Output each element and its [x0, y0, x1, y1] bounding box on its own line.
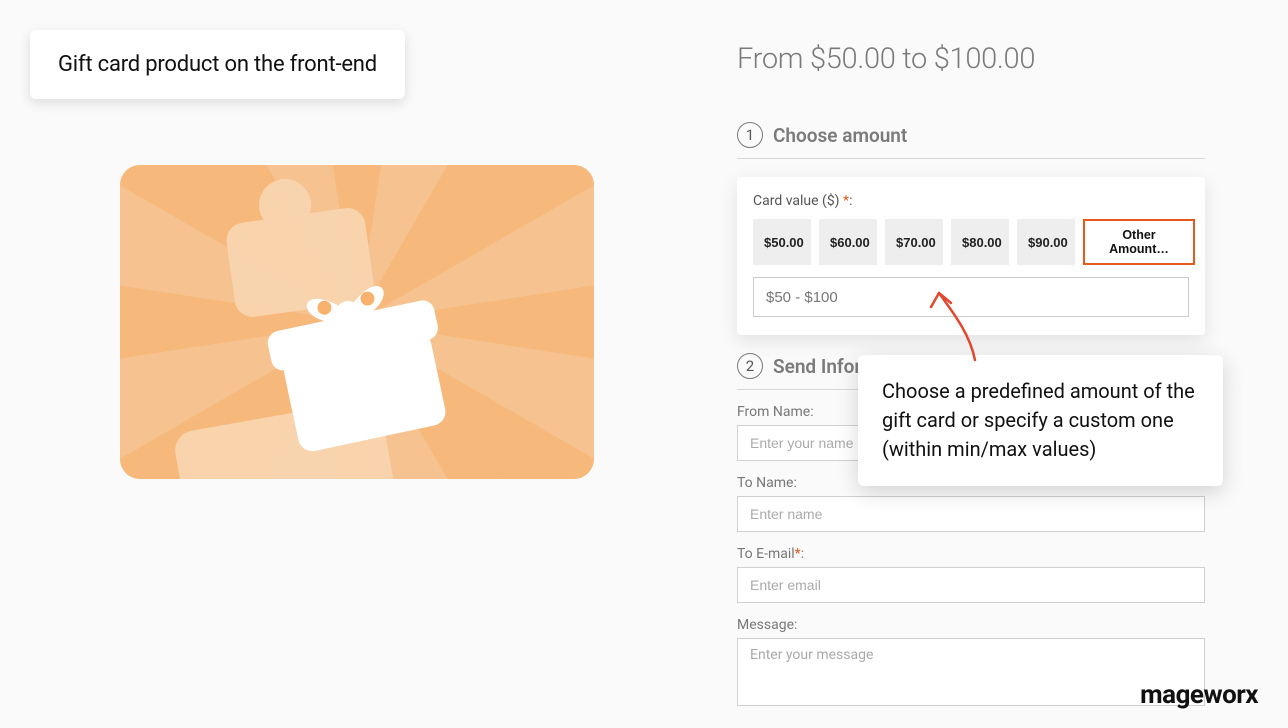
step-2-circle: 2 [737, 353, 763, 379]
explain-callout-text: Choose a predefined amount of the gift c… [882, 379, 1195, 461]
to-email-input[interactable] [737, 567, 1205, 603]
message-field: Message: [737, 617, 1205, 710]
giftcard-illustration [120, 165, 594, 479]
card-value-label: Card value ($) *: [753, 193, 1189, 209]
amount-option-50[interactable]: $50.00 [753, 219, 811, 265]
message-input[interactable] [737, 638, 1205, 706]
amount-options-row: $50.00 $60.00 $70.00 $80.00 $90.00 Other… [753, 219, 1189, 265]
amount-option-60[interactable]: $60.00 [819, 219, 877, 265]
custom-amount-input[interactable] [753, 277, 1189, 317]
giftcard-image [120, 165, 594, 479]
explain-callout: Choose a predefined amount of the gift c… [858, 355, 1223, 486]
amount-option-other[interactable]: Other Amount… [1083, 219, 1195, 265]
to-email-field: To E-mail*: [737, 546, 1205, 603]
to-email-label: To E-mail*: [737, 546, 1205, 562]
title-callout-text: Gift card product on the front-end [58, 52, 377, 77]
title-callout: Gift card product on the front-end [30, 30, 405, 99]
card-value-panel: Card value ($) *: $50.00 $60.00 $70.00 $… [737, 177, 1205, 335]
to-name-input[interactable] [737, 496, 1205, 532]
amount-option-80[interactable]: $80.00 [951, 219, 1009, 265]
brand-logo: mageworx [1140, 680, 1258, 710]
message-label: Message: [737, 617, 1205, 633]
step-choose-amount-header: 1 Choose amount [737, 122, 1205, 148]
divider [737, 158, 1205, 159]
price-range: From $50.00 to $100.00 [737, 42, 1205, 76]
step-1-title: Choose amount [773, 124, 907, 147]
step-1-circle: 1 [737, 122, 763, 148]
amount-option-70[interactable]: $70.00 [885, 219, 943, 265]
amount-option-90[interactable]: $90.00 [1017, 219, 1075, 265]
